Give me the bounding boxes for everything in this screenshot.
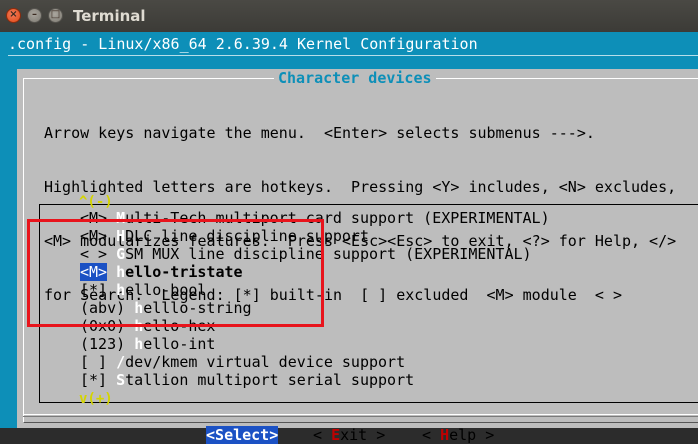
item-hotkey: S: [116, 371, 126, 389]
exit-button[interactable]: < Exit >: [313, 426, 385, 444]
item-state-tag[interactable]: [*]: [80, 371, 107, 389]
window-title: Terminal: [73, 7, 146, 25]
help-button[interactable]: < Help >: [422, 426, 494, 444]
close-icon: ×: [9, 9, 18, 20]
item-state-tag[interactable]: [ ]: [80, 353, 107, 371]
window-titlebar: × – □ Terminal: [0, 0, 698, 32]
help-line: Highlighted letters are hotkeys. Pressin…: [44, 178, 677, 196]
item-label: hello-int: [134, 335, 215, 353]
menu-item[interactable]: (123) hello-int: [80, 335, 215, 353]
menu-item[interactable]: [*] Stallion multiport serial support: [80, 371, 414, 389]
window-maximize-button[interactable]: □: [48, 8, 63, 23]
button-label: xit >: [340, 426, 386, 444]
button-label: elect>: [224, 426, 279, 444]
minimize-icon: –: [32, 9, 37, 20]
button-divider-shadow: [23, 416, 698, 417]
button-label: elp >: [449, 426, 495, 444]
item-hotkey: /: [116, 353, 126, 371]
item-label-text: ello-int: [143, 335, 216, 353]
button-hotkey: H: [440, 426, 450, 444]
help-line: Arrow keys navigate the menu. <Enter> se…: [44, 124, 595, 142]
button-bracket: <: [206, 426, 216, 444]
annotation-highlight-box: [27, 219, 324, 327]
config-header: .config - Linux/x86_64 2.6.39.4 Kernel C…: [8, 35, 478, 53]
window-close-button[interactable]: ×: [6, 8, 21, 23]
menu-item[interactable]: [ ] /dev/kmem virtual device support: [80, 353, 405, 371]
dialog-title: Character devices: [274, 69, 436, 87]
item-label: Stallion multiport serial support: [116, 371, 414, 389]
item-label: /dev/kmem virtual device support: [116, 353, 405, 371]
maximize-icon: □: [50, 9, 61, 20]
item-label-text: tallion multiport serial support: [125, 371, 415, 389]
window-minimize-button[interactable]: –: [27, 8, 42, 23]
header-divider: [8, 55, 698, 56]
item-state-tag[interactable]: (123): [80, 335, 125, 353]
item-label-text: dev/kmem virtual device support: [125, 353, 406, 371]
select-button[interactable]: <Select>: [206, 426, 279, 444]
button-hotkey: E: [331, 426, 341, 444]
button-hotkey: S: [215, 426, 225, 444]
button-divider: [23, 414, 698, 415]
button-bracket: <: [313, 426, 332, 444]
button-bracket: <: [422, 426, 441, 444]
item-hotkey: h: [134, 335, 144, 353]
scroll-down-indicator[interactable]: v(+): [79, 390, 113, 408]
